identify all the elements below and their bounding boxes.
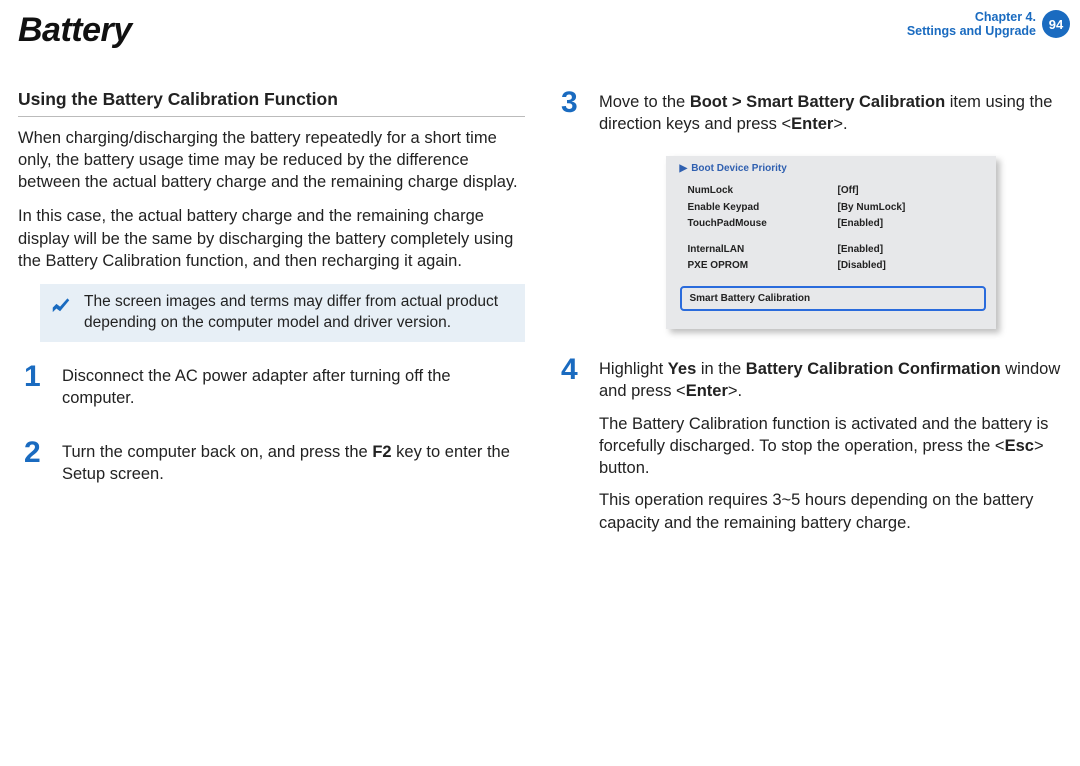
chapter-block: Chapter 4. Settings and Upgrade 94 (907, 10, 1070, 39)
note-text: The screen images and terms may differ f… (84, 293, 498, 331)
bios-rows: NumLock[Off] Enable Keypad[By NumLock] T… (666, 179, 996, 282)
step-1-text: Disconnect the AC power adapter after tu… (62, 365, 525, 410)
bios-header-text: Boot Device Priority (691, 163, 787, 174)
intro-para-2: In this case, the actual battery charge … (18, 205, 525, 272)
bios-panel: ▶Boot Device Priority NumLock[Off] Enabl… (666, 156, 996, 330)
step-4-line-1: Highlight Yes in the Battery Calibration… (599, 358, 1062, 403)
step-2-text: Turn the computer back on, and press the… (62, 441, 525, 486)
step-4-para-3: This operation requires 3~5 hours depend… (599, 489, 1062, 534)
left-column: Using the Battery Calibration Function W… (18, 88, 525, 562)
step-1-number: 1 (24, 362, 46, 392)
bios-row: PXE OPROM[Disabled] (688, 259, 982, 273)
step-3: 3 Move to the Boot > Smart Battery Calib… (555, 88, 1062, 329)
intro-para-1: When charging/discharging the battery re… (18, 127, 525, 194)
step-1: 1 Disconnect the AC power adapter after … (18, 362, 525, 420)
bios-row: NumLock[Off] (688, 184, 982, 198)
page-title: Battery (18, 8, 132, 54)
step-4-para-2: The Battery Calibration function is acti… (599, 413, 1062, 480)
step-4: 4 Highlight Yes in the Battery Calibrati… (555, 355, 1062, 544)
bios-header: ▶Boot Device Priority (666, 158, 996, 180)
info-note: The screen images and terms may differ f… (40, 284, 525, 342)
chapter-name: Settings and Upgrade (907, 24, 1036, 38)
bios-arrow-icon: ▶ (680, 163, 688, 174)
step-2-number: 2 (24, 438, 46, 468)
chapter-label: Chapter 4. (907, 10, 1036, 24)
step-4-number: 4 (561, 355, 583, 385)
step-3-text: Move to the Boot > Smart Battery Calibra… (599, 91, 1062, 136)
bios-row: InternalLAN[Enabled] (688, 243, 982, 257)
page-number-badge: 94 (1042, 10, 1070, 38)
step-2: 2 Turn the computer back on, and press t… (18, 438, 525, 496)
bios-row: TouchPadMouse[Enabled] (688, 217, 982, 231)
note-icon (50, 292, 72, 314)
bios-highlight-item: Smart Battery Calibration (680, 286, 986, 312)
right-column: 3 Move to the Boot > Smart Battery Calib… (555, 88, 1062, 562)
step-3-number: 3 (561, 88, 583, 118)
bios-row: Enable Keypad[By NumLock] (688, 201, 982, 215)
section-heading: Using the Battery Calibration Function (18, 88, 525, 117)
